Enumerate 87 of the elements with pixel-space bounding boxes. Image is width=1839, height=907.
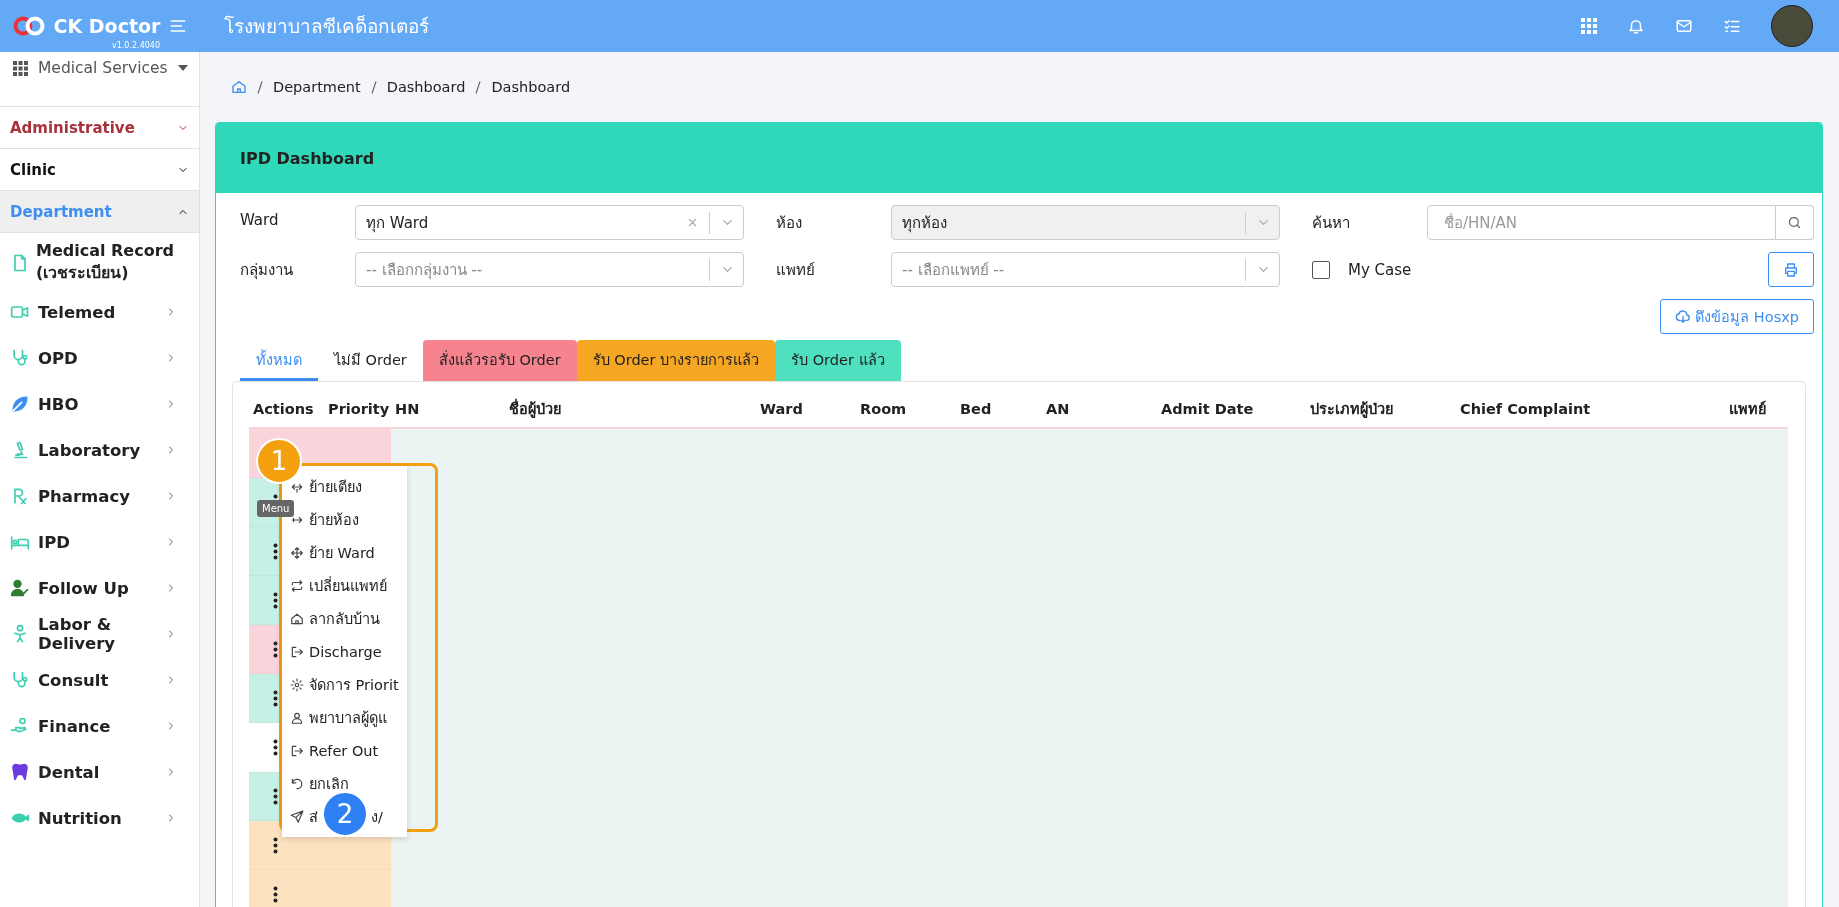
menu-item[interactable]: เปลี่ยนแพทย์ xyxy=(282,569,407,602)
tooth-icon xyxy=(10,762,30,782)
my-case-label: My Case xyxy=(1348,260,1412,279)
ward-select[interactable]: ทุก Ward xyxy=(355,205,744,240)
menu-item[interactable]: พยาบาลผู้ดูแ xyxy=(282,701,407,734)
room-label: ห้อง xyxy=(776,213,803,234)
group-label: กลุ่มงาน xyxy=(240,260,294,282)
apps-grid-icon xyxy=(13,60,28,76)
stethoscope-icon xyxy=(10,348,30,368)
kebab-menu-icon[interactable] xyxy=(273,689,278,707)
sidebar-item[interactable]: Laboratory xyxy=(0,427,199,473)
kebab-menu-icon[interactable] xyxy=(273,542,278,560)
menu-item[interactable]: จัดการ Priorit xyxy=(282,668,407,701)
status-tab[interactable]: สั่งแล้วรอรับ Order xyxy=(422,340,577,381)
version-label: v1.0.2.4040 xyxy=(112,41,160,50)
doctor-select[interactable]: -- เลือกแพทย์ -- xyxy=(891,252,1280,287)
leaf-icon xyxy=(10,394,30,414)
user-avatar[interactable] xyxy=(1771,5,1813,47)
mail-icon xyxy=(1675,17,1693,35)
sidebar-item[interactable]: IPD xyxy=(0,519,199,565)
send-icon xyxy=(290,809,304,824)
sidebar-item[interactable]: Follow Up xyxy=(0,565,199,611)
undo-icon xyxy=(290,776,304,791)
kebab-menu-icon[interactable] xyxy=(273,640,278,658)
logo-icon xyxy=(11,16,46,36)
doctor-label: แพทย์ xyxy=(776,260,816,281)
kebab-menu-icon[interactable] xyxy=(273,836,278,854)
sidebar-item[interactable]: Nutrition xyxy=(0,795,199,841)
home-link[interactable] xyxy=(231,79,247,95)
search-field[interactable]: ชื่อ/HN/AN xyxy=(1427,205,1776,240)
bell-icon xyxy=(1627,17,1645,35)
caret-down-icon xyxy=(177,65,188,71)
kebab-menu-icon[interactable] xyxy=(273,738,278,756)
cloud-download-icon xyxy=(1675,308,1692,325)
breadcrumb-separator-icon xyxy=(475,80,482,94)
menu-tooltip: Menu xyxy=(257,500,295,517)
menu-item[interactable]: Discharge xyxy=(282,635,407,668)
menu-item[interactable]: ย้าย Ward xyxy=(282,536,407,569)
sidebar-item[interactable]: Pharmacy xyxy=(0,473,199,519)
kebab-menu-icon[interactable] xyxy=(273,787,278,805)
breadcrumb-link[interactable]: Dashboard xyxy=(386,79,466,95)
person-pen-icon xyxy=(10,578,30,598)
sidebar-item[interactable]: Labor & Delivery xyxy=(0,611,199,657)
menu-item[interactable]: ลากลับบ้าน xyxy=(282,602,407,635)
menu-item-fragment: ง/ xyxy=(371,808,383,827)
breadcrumb-link[interactable]: Dashboard xyxy=(491,79,571,95)
breadcrumb-separator-icon xyxy=(257,80,263,94)
checklist-icon xyxy=(1723,17,1741,35)
home-icon xyxy=(290,611,304,626)
gear-icon xyxy=(290,677,304,692)
swap-arrows-icon xyxy=(290,578,304,593)
hand-coin-icon xyxy=(10,716,30,736)
sidebar-group[interactable]: Administrative xyxy=(0,106,199,148)
kebab-menu-icon[interactable] xyxy=(273,885,278,903)
sidebar-item[interactable]: Finance xyxy=(0,703,199,749)
status-tab[interactable]: ไม่มี Order xyxy=(318,340,423,381)
group-select[interactable]: -- เลือกกลุ่มงาน -- xyxy=(355,252,744,287)
sidebar-item[interactable]: Telemed xyxy=(0,289,199,335)
brand-name: CK Doctor xyxy=(53,15,161,37)
ward-label: Ward xyxy=(240,210,280,229)
menu-item[interactable]: ส่ xyxy=(290,800,318,833)
exit-icon xyxy=(290,743,304,758)
sidebar-item[interactable]: Dental xyxy=(0,749,199,795)
move-icon xyxy=(290,545,304,560)
sidebar-item[interactable]: Consult xyxy=(0,657,199,703)
sidebar-item[interactable]: OPD xyxy=(0,335,199,381)
apps-grid-icon xyxy=(1581,18,1597,34)
status-tab[interactable]: รับ Order บางรายการแล้ว xyxy=(576,340,776,381)
sidebar-item[interactable]: Medical Record (เวชระเบียน) xyxy=(0,237,199,289)
breadcrumb-separator-icon xyxy=(370,80,377,94)
status-tab[interactable]: รับ Order แล้ว xyxy=(775,340,901,381)
stethoscope-icon xyxy=(10,670,30,690)
breadcrumb-link[interactable]: Department xyxy=(273,79,361,95)
person-icon xyxy=(290,710,304,725)
printer-icon xyxy=(1783,261,1799,278)
exit-icon xyxy=(290,644,304,659)
sidebar-item[interactable]: HBO xyxy=(0,381,199,427)
search-icon xyxy=(1787,215,1802,230)
card-title: IPD Dashboard xyxy=(216,123,1822,193)
print-button[interactable] xyxy=(1768,252,1814,287)
kebab-menu-icon[interactable] xyxy=(273,591,278,609)
home-icon xyxy=(231,79,247,95)
search-label: ค้นหา xyxy=(1312,213,1351,234)
service-switcher[interactable]: Medical Services xyxy=(0,52,199,84)
hospital-title: โรงพยาบาลซีเคด็อกเตอร์ xyxy=(224,14,430,39)
menu-item[interactable]: Refer Out xyxy=(282,734,407,767)
my-case-checkbox[interactable] xyxy=(1312,260,1330,279)
